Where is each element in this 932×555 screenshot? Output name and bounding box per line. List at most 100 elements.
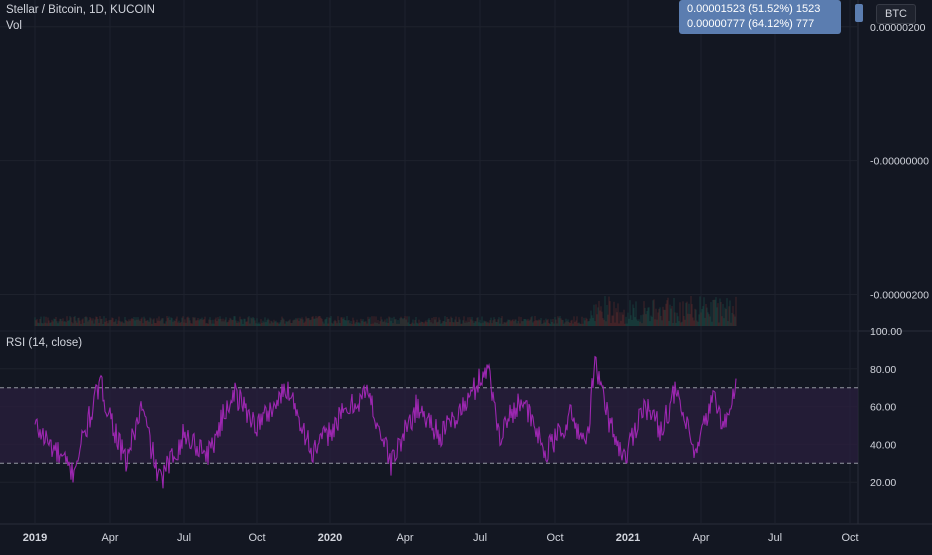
volume-bar: [135, 317, 137, 326]
volume-bar: [402, 319, 404, 326]
volume-bar: [653, 299, 655, 326]
volume-bar: [267, 318, 269, 326]
volume-bar: [370, 323, 372, 326]
volume-bar: [558, 317, 560, 326]
volume-bar: [666, 300, 668, 326]
volume-bar: [472, 320, 474, 326]
chart-canvas[interactable]: 0.000019980.000012210.000005500.00001315…: [0, 0, 932, 550]
volume-bar: [351, 323, 353, 326]
volume-bar: [191, 323, 193, 326]
volume-bar: [256, 318, 258, 326]
volume-bar: [690, 296, 692, 326]
volume-bar: [268, 319, 270, 326]
volume-bar: [69, 316, 71, 326]
volume-bar: [447, 319, 449, 326]
rsi-tick-label: 20.00: [870, 477, 896, 489]
chart-root[interactable]: 0.000019980.000012210.000005500.00001315…: [0, 0, 932, 550]
volume-bar: [699, 296, 701, 326]
rsi-tick-label: 100.00: [870, 326, 902, 338]
volume-bar: [79, 320, 81, 326]
volume-bar: [294, 319, 296, 326]
volume-bar: [104, 321, 106, 326]
volume-bar: [465, 320, 467, 326]
volume-bar: [184, 319, 186, 326]
volume-bar: [213, 323, 215, 326]
volume-bar: [673, 297, 675, 326]
volume-bar: [684, 319, 686, 326]
volume-bar: [384, 319, 386, 326]
volume-bar: [129, 320, 131, 326]
volume-bar: [395, 319, 397, 326]
volume-bar: [116, 323, 118, 326]
volume-bar: [280, 320, 282, 326]
volume-bar: [618, 323, 620, 326]
volume-bar: [550, 319, 552, 326]
volume-bar: [94, 319, 96, 326]
volume-bar: [297, 317, 299, 326]
volume-bar: [342, 318, 344, 326]
volume-bar: [683, 315, 685, 326]
volume-bar: [376, 322, 378, 326]
volume-bar: [335, 321, 337, 326]
volume-bar: [340, 317, 342, 326]
volume-bar: [658, 308, 660, 326]
volume-bar: [360, 318, 362, 326]
volume-bar: [405, 319, 407, 326]
currency-badge[interactable]: BTC: [876, 4, 916, 24]
rsi-tick-label: 60.00: [870, 402, 896, 414]
volume-bar: [229, 317, 231, 326]
volume-bar: [494, 319, 496, 326]
volume-bar: [284, 323, 286, 326]
volume-bar: [176, 316, 178, 326]
volume-bar: [259, 323, 261, 326]
x-tick-label: 2019: [23, 532, 47, 544]
x-tick-label: Oct: [841, 532, 858, 544]
volume-bar: [223, 321, 225, 326]
volume-bar: [264, 317, 266, 326]
volume-bar: [688, 303, 690, 326]
volume-bar: [523, 319, 525, 326]
volume-bar: [132, 319, 134, 326]
volume-bar: [331, 322, 333, 326]
volume-bar: [599, 310, 601, 326]
volume-bar: [201, 317, 203, 326]
volume-bar: [502, 323, 504, 326]
volume-bar: [207, 323, 209, 326]
volume-bar: [475, 321, 477, 326]
volume-bar: [107, 323, 109, 326]
volume-bar: [177, 322, 179, 326]
volume-bar: [235, 320, 237, 326]
volume-bar: [499, 323, 501, 326]
volume-bar: [83, 323, 85, 326]
volume-bar: [310, 319, 312, 326]
volume-bar: [324, 319, 326, 326]
volume-bar: [254, 320, 256, 326]
volume-bar: [317, 316, 319, 326]
volume-bar: [115, 319, 117, 326]
volume-bar: [281, 316, 283, 326]
volume-bar: [627, 312, 629, 326]
volume-bar: [489, 320, 491, 326]
volume-bar: [43, 316, 45, 326]
volume-bar: [251, 318, 253, 326]
volume-bar: [314, 318, 316, 326]
volume-bar: [210, 320, 212, 326]
volume-bar: [569, 322, 571, 326]
x-tick-label: Oct: [546, 532, 563, 544]
volume-bar: [477, 317, 479, 326]
volume-bar: [566, 321, 568, 326]
volume-bar: [426, 322, 428, 326]
measure-line-1: 0.00001523 (51.52%) 1523: [687, 3, 821, 15]
volume-bar: [70, 317, 72, 326]
volume-bar: [290, 323, 292, 326]
price-tick-label: -0.00000200: [870, 290, 929, 302]
compare-button[interactable]: [855, 4, 863, 22]
volume-bar: [400, 316, 402, 326]
volume-bar: [133, 316, 135, 326]
volume-bar: [420, 321, 422, 326]
volume-bar: [415, 317, 417, 326]
volume-bar: [607, 314, 609, 326]
volume-bar: [253, 318, 255, 326]
volume-bar: [598, 300, 600, 326]
volume-bar: [623, 309, 625, 326]
